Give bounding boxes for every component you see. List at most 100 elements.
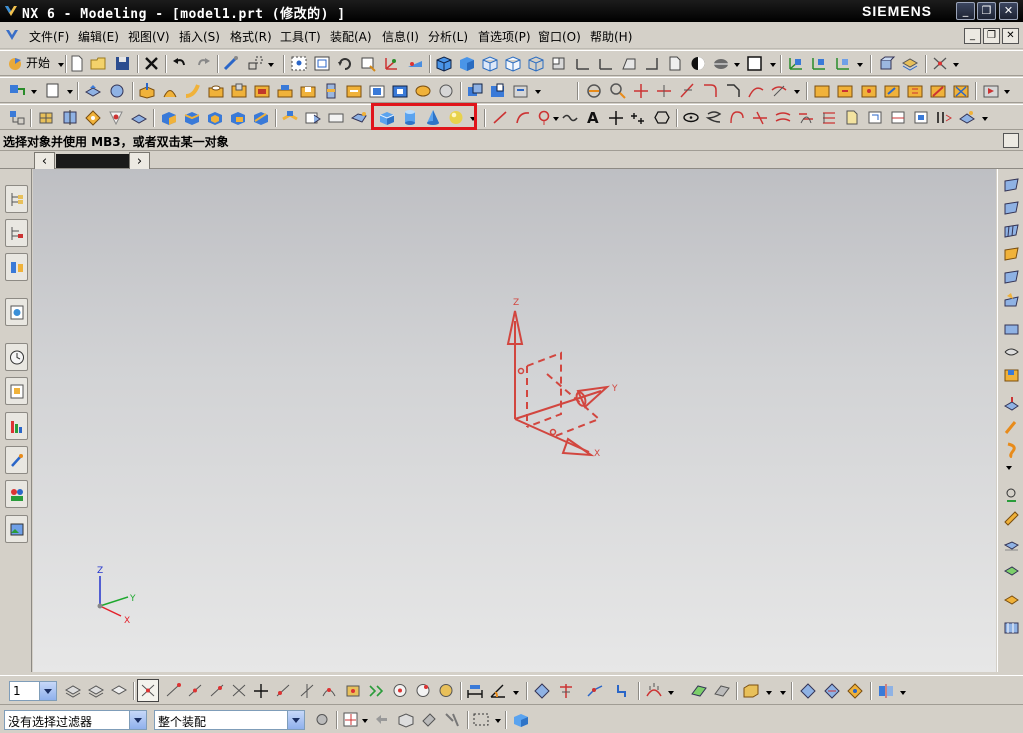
boss-icon[interactable]	[230, 82, 248, 99]
view-bottom-icon[interactable]	[620, 55, 638, 72]
unite-icon[interactable]	[466, 82, 484, 99]
simple-interference-icon[interactable]	[533, 682, 551, 699]
slot-icon[interactable]	[299, 82, 317, 99]
split-body-icon[interactable]	[877, 682, 895, 699]
quadrant-point-icon[interactable]	[274, 682, 292, 699]
repeat-command-icon[interactable]	[222, 55, 240, 72]
measure-dropdown-arrow[interactable]	[513, 691, 519, 695]
menu-format[interactable]: 格式(R)	[230, 28, 272, 45]
extract-curve-icon[interactable]	[843, 109, 861, 126]
user-defined-feature-icon[interactable]	[345, 82, 363, 99]
bridge-surface-icon[interactable]	[1003, 292, 1020, 308]
hide-analysis-icon[interactable]	[713, 682, 731, 699]
edit-section-dropdown-arrow[interactable]	[770, 63, 776, 67]
layer-visible-icon[interactable]	[110, 682, 128, 699]
curve-comb-icon[interactable]	[645, 682, 663, 699]
copy-to-layer-icon[interactable]	[87, 682, 105, 699]
ruled-surface-icon[interactable]	[1003, 200, 1020, 216]
wcs-origin-icon[interactable]	[787, 55, 805, 72]
trim-curve-icon[interactable]	[632, 82, 650, 99]
show-analysis-icon[interactable]	[690, 682, 708, 699]
constraint-navigator-tab[interactable]	[5, 219, 28, 247]
offset-curve-icon[interactable]	[630, 109, 648, 126]
selection-method-dropdown-arrow[interactable]	[495, 719, 501, 723]
menu-window[interactable]: 窗口(O)	[538, 28, 581, 45]
fillet-curve-icon[interactable]	[701, 82, 719, 99]
datum-csys[interactable]	[506, 310, 611, 457]
layer-settings-icon[interactable]	[901, 55, 919, 72]
groove-icon[interactable]	[322, 82, 340, 99]
window-close-button[interactable]: ✕	[999, 2, 1018, 20]
subtract-icon[interactable]	[489, 82, 507, 99]
replay-icon[interactable]	[982, 82, 1000, 99]
move-feature-icon[interactable]	[883, 82, 901, 99]
line-icon[interactable]	[491, 109, 509, 126]
replay-dropdown-arrow[interactable]	[1004, 90, 1010, 94]
document-tab-active[interactable]	[56, 154, 130, 168]
datum-csys-icon[interactable]	[84, 109, 102, 126]
suppress-feature-icon[interactable]	[929, 82, 947, 99]
wcs-orient-icon[interactable]	[834, 55, 852, 72]
revolve-icon[interactable]	[161, 82, 179, 99]
extract-body-icon[interactable]	[84, 82, 102, 99]
feature-points-icon[interactable]	[414, 682, 432, 699]
sheet-dropdown-arrow[interactable]	[67, 90, 73, 94]
pattern-icon[interactable]	[252, 109, 270, 126]
deviation-check-icon[interactable]	[557, 682, 575, 699]
control-point-icon[interactable]	[208, 682, 226, 699]
shell-icon[interactable]	[206, 109, 224, 126]
measure-angle-icon[interactable]	[489, 682, 507, 699]
extension-surface-icon[interactable]	[1003, 344, 1020, 360]
silhouette-curve-icon[interactable]	[912, 109, 930, 126]
extrude-feature-icon[interactable]	[160, 109, 178, 126]
end-point-icon[interactable]	[164, 682, 182, 699]
chamfer-curve-icon[interactable]	[724, 82, 742, 99]
edge-blend-icon[interactable]	[585, 82, 603, 99]
reorder-feature-icon[interactable]	[906, 82, 924, 99]
highlight-lines-icon[interactable]	[1003, 620, 1020, 636]
chamfer-icon[interactable]	[609, 82, 627, 99]
section-view-icon[interactable]	[712, 55, 730, 72]
sketch-icon[interactable]	[8, 109, 26, 126]
type-filter-dropdown-arrow[interactable]	[129, 711, 146, 729]
wcs-dynamic-icon[interactable]	[810, 55, 828, 72]
wrap-curve-icon[interactable]	[820, 109, 838, 126]
text-icon[interactable]: A	[584, 109, 602, 126]
sheet-icon[interactable]	[44, 82, 62, 99]
assembly-navigator-icon[interactable]	[878, 55, 896, 72]
view-top-icon[interactable]	[574, 55, 592, 72]
menu-help[interactable]: 帮助(H)	[590, 28, 632, 45]
extrude-icon[interactable]	[138, 82, 156, 99]
through-curves-icon[interactable]	[327, 109, 345, 126]
selection-scope-select[interactable]: 整个装配	[154, 710, 305, 730]
pad-icon[interactable]	[276, 82, 294, 99]
global-shaping-icon[interactable]	[1003, 442, 1020, 458]
menu-preferences[interactable]: 首选项(P)	[478, 28, 531, 45]
bounding-box-icon[interactable]	[367, 682, 385, 699]
intersection-curve-icon[interactable]	[751, 109, 769, 126]
fit-icon[interactable]	[290, 55, 308, 72]
start-button[interactable]: 开始	[6, 54, 50, 74]
datum-plane-icon[interactable]	[37, 109, 55, 126]
distance-analysis-icon[interactable]	[1003, 562, 1020, 578]
measure-options-dropdown-arrow[interactable]	[780, 691, 786, 695]
perspective-icon[interactable]	[406, 55, 424, 72]
selection-filter-settings-icon[interactable]	[313, 711, 331, 728]
combined-projection-icon[interactable]	[797, 109, 815, 126]
view-front-icon[interactable]	[550, 55, 568, 72]
scale-body-icon[interactable]	[437, 82, 455, 99]
wave-geometry-linker-icon[interactable]	[846, 682, 864, 699]
mirror-body-icon[interactable]	[281, 109, 299, 126]
palette-tab[interactable]	[5, 515, 28, 543]
redo-icon[interactable]	[194, 55, 212, 72]
move-to-layer-icon[interactable]	[64, 682, 82, 699]
isoparametric-curve-icon[interactable]	[866, 109, 884, 126]
point-set-icon[interactable]	[607, 109, 625, 126]
curve-dropdown-arrow[interactable]	[553, 117, 559, 121]
through-curve-mesh-icon[interactable]	[1003, 223, 1020, 239]
window-minimize-button[interactable]: _	[956, 2, 975, 20]
view-left-icon[interactable]	[597, 55, 615, 72]
curve-analysis-icon[interactable]	[958, 109, 976, 126]
hole-icon[interactable]	[207, 82, 225, 99]
curve-analysis-dropdown-arrow[interactable]	[668, 691, 674, 695]
